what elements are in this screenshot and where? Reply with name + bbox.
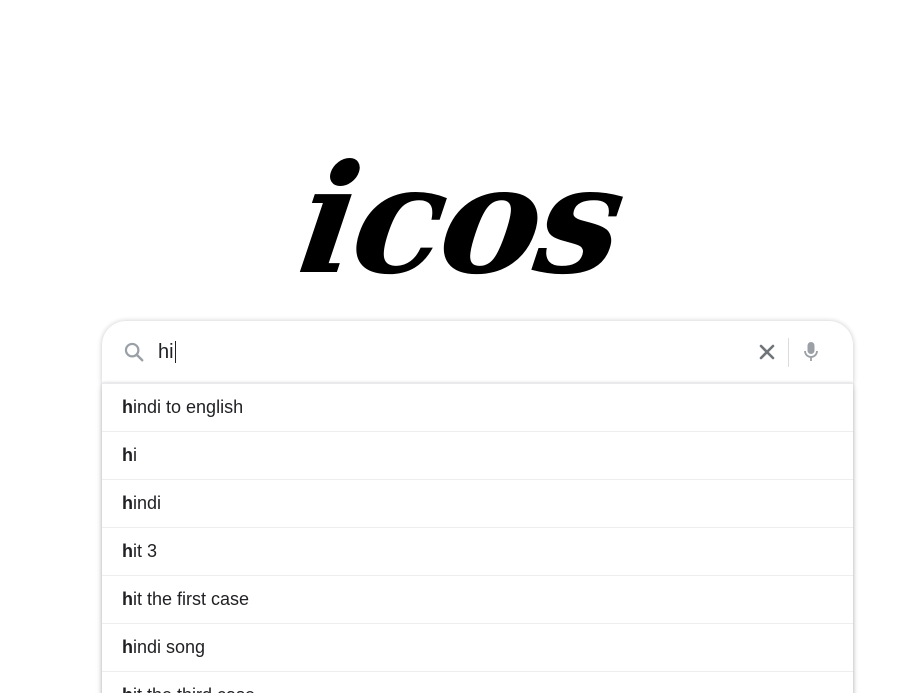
- suggestion-rest: it 3: [133, 541, 158, 561]
- suggestion-item[interactable]: h indi to english: [102, 384, 853, 432]
- logo-container: icos: [0, 130, 913, 310]
- suggestion-item[interactable]: hi: [102, 432, 853, 480]
- suggestion-match: h: [122, 685, 133, 693]
- suggestion-rest: it the first case: [133, 589, 250, 609]
- suggestion-item[interactable]: h it 3: [102, 528, 853, 576]
- suggestion-match: h: [122, 637, 133, 657]
- search-input[interactable]: hi: [158, 339, 176, 365]
- suggestion-rest: indi: [133, 493, 162, 513]
- suggestion-match: h: [122, 493, 133, 513]
- suggestion-item[interactable]: h it the first case: [102, 576, 853, 624]
- search-icon: [124, 342, 144, 362]
- suggestion-rest: indi to english: [133, 397, 244, 417]
- search-divider: [788, 338, 789, 367]
- search-box[interactable]: hi: [102, 321, 853, 383]
- suggestion-match: h: [122, 589, 133, 609]
- microphone-icon[interactable]: [801, 340, 821, 364]
- suggestion-match: h: [122, 445, 133, 465]
- suggestion-rest: it the third case: [133, 685, 255, 693]
- suggestion-item[interactable]: h indi song: [102, 624, 853, 672]
- site-logo: icos: [289, 132, 632, 308]
- suggestion-rest: indi song: [133, 637, 206, 657]
- suggestion-item[interactable]: h indi: [102, 480, 853, 528]
- search-input-text: hi: [158, 341, 174, 363]
- suggestions-list: h indi to english h i h indi h it 3 h it the firs…: [102, 383, 853, 693]
- page: icos hi h indi to english h i h indi h it 3 h it …: [0, 0, 913, 693]
- suggestion-item[interactable]: hit the third case: [102, 672, 853, 693]
- suggestion-match: h: [122, 541, 133, 561]
- close-icon[interactable]: [757, 342, 777, 362]
- suggestion-match: h: [122, 397, 133, 417]
- text-caret: [174, 341, 176, 363]
- suggestion-rest: i: [133, 445, 137, 465]
